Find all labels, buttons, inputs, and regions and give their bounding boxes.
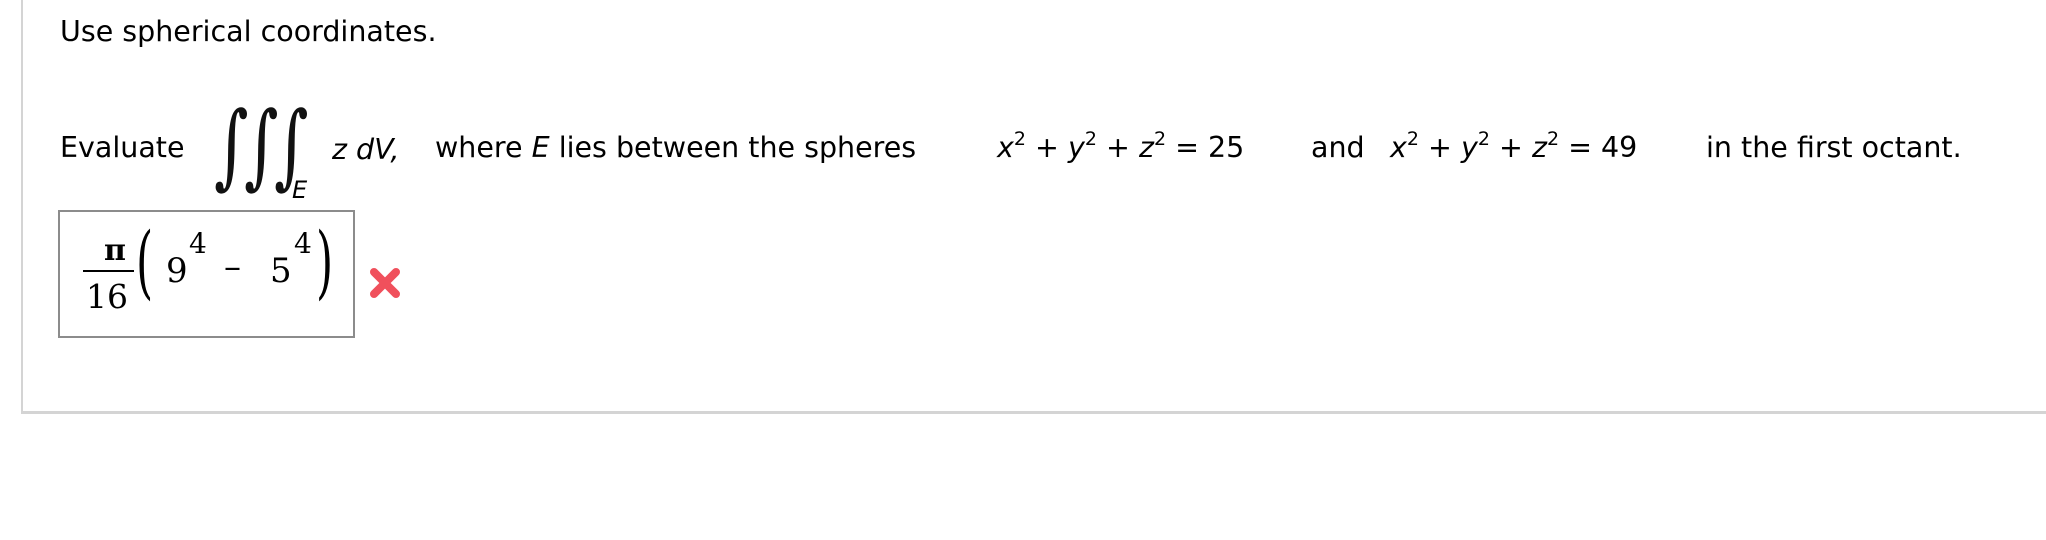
fraction-denominator: 16 [86, 277, 128, 316]
open-paren: ( [136, 215, 154, 308]
exponent: 2 [1546, 128, 1560, 150]
equals-sign: = [1568, 131, 1592, 164]
sphere-equation-2: x2 + y2 + z2 = 49 [1390, 130, 1638, 164]
minus-sign: – [224, 247, 241, 287]
var-x: x [1390, 131, 1407, 164]
exponent-1: 4 [189, 227, 207, 260]
region-variable: E [531, 131, 550, 164]
sphere-equation-1: x2 + y2 + z2 = 25 [997, 130, 1245, 164]
radius-squared-value: 25 [1208, 131, 1245, 164]
var-z: z [1138, 131, 1154, 164]
exponent: 2 [1477, 128, 1490, 150]
exponent: 2 [1406, 128, 1419, 150]
plus-sign: + [1499, 131, 1523, 164]
x-mark-icon [370, 268, 400, 298]
base-1: 9 [166, 251, 188, 291]
var-y: y [1460, 131, 1478, 164]
var-y: y [1067, 131, 1085, 164]
var-x: x [997, 131, 1014, 164]
question-panel [21, 0, 2046, 414]
exponent: 2 [1013, 128, 1026, 150]
and-text: and [1311, 131, 1365, 164]
plus-sign: + [1428, 131, 1452, 164]
exponent: 2 [1153, 128, 1167, 150]
base-2: 5 [270, 251, 292, 291]
evaluate-label: Evaluate [60, 131, 185, 164]
radius-squared-value: 49 [1601, 131, 1638, 164]
integrand: z dV, [332, 133, 400, 166]
region-subscript: E [292, 176, 308, 204]
plus-sign: + [1106, 131, 1130, 164]
where-description: where E lies between the spheres [435, 131, 917, 164]
fraction-numerator: π [104, 233, 126, 268]
instruction-text: Use spherical coordinates. [60, 15, 437, 48]
close-paren: ) [316, 215, 334, 308]
where-text: where [435, 131, 523, 164]
exponent: 2 [1084, 128, 1097, 150]
equals-sign: = [1175, 131, 1199, 164]
first-octant-text: in the first octant. [1706, 131, 1962, 164]
var-z: z [1531, 131, 1547, 164]
plus-sign: + [1035, 131, 1059, 164]
lies-between-text: lies between the spheres [558, 131, 917, 164]
fraction-bar [83, 270, 134, 272]
exponent-2: 4 [294, 227, 312, 260]
